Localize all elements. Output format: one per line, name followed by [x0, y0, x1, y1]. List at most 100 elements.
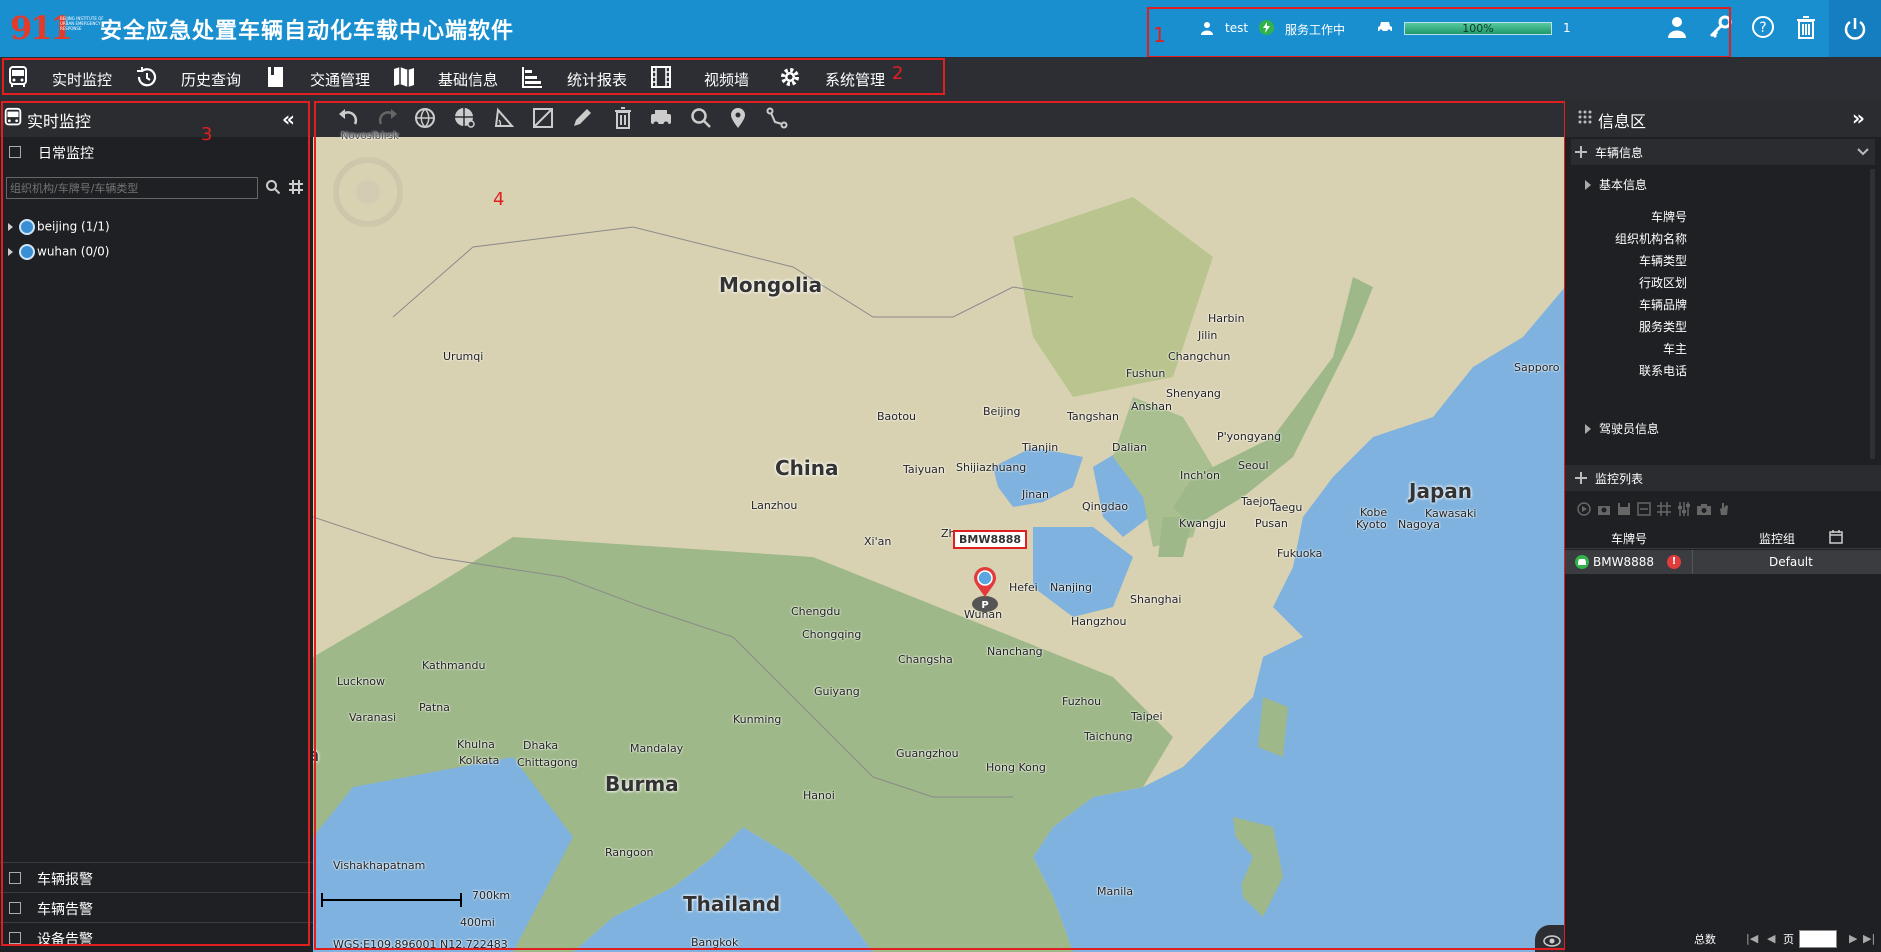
pencil-icon[interactable] [570, 106, 594, 130]
power-icon [1844, 18, 1866, 40]
vehicle-info-header[interactable]: 车辆信息 [1571, 139, 1875, 165]
annotation-label-2: 2 [892, 63, 904, 84]
map-city-label: Varanasi [349, 711, 397, 724]
map-city-label: Kathmandu [422, 659, 486, 672]
overview-toggle[interactable] [1535, 925, 1565, 952]
redo-icon[interactable] [375, 106, 399, 130]
dots-grid-icon [1578, 110, 1592, 124]
right-panel-header: 信息区 » [1565, 99, 1881, 137]
prev-page-icon[interactable]: ◀ [1767, 932, 1775, 945]
map-city-label: Urumqi [443, 350, 484, 363]
field-org-name: 组织机构名称 [1614, 232, 1687, 246]
field-service-type: 服务类型 [1638, 320, 1687, 334]
map-city-label: Kawasaki [1425, 507, 1477, 520]
basic-info-label[interactable]: 基本信息 [1599, 176, 1647, 193]
map-city-label: Changchun [1168, 350, 1231, 363]
online-status-icon [1575, 555, 1589, 569]
globe-settings-icon[interactable] [453, 106, 477, 130]
map-city-label: Dalian [1112, 441, 1148, 454]
right-panel-title: 信息区 [1598, 112, 1647, 131]
vehicle-icon[interactable] [649, 106, 673, 130]
save-icon[interactable] [1617, 502, 1631, 516]
map-city-label: Inch'on [1180, 469, 1220, 482]
map-city-label: Tangshan [1067, 410, 1120, 423]
clear-icon[interactable] [611, 106, 635, 130]
next-page-icon[interactable]: ▶ [1849, 932, 1857, 945]
route-icon[interactable] [765, 106, 789, 130]
app-title: 安全应急处置车辆自动化车载中心端软件 [100, 19, 515, 44]
map-city-label: Vishakhapatnam [333, 859, 426, 872]
map-city-label: Hanoi [803, 789, 835, 802]
map-city-label: Sapporo [1514, 361, 1560, 374]
annotation-label-1: 1 [1153, 23, 1166, 47]
chevron-down-icon[interactable] [1857, 147, 1869, 157]
field-brand: 车辆品牌 [1638, 298, 1687, 312]
map-city-label: Anshan [1131, 400, 1172, 413]
last-page-icon[interactable]: ▶| [1863, 932, 1875, 945]
map-city-label: Pusan [1255, 517, 1288, 530]
map-city-label: Chongqing [802, 628, 862, 641]
vehicle-map-marker[interactable]: P [970, 567, 1000, 613]
map-city-label: Hangzhou [1071, 615, 1127, 628]
expand-basic-info-icon[interactable] [1585, 180, 1591, 190]
map-city-label: Jilin [1198, 329, 1218, 342]
annotation-box-3 [1, 101, 310, 946]
location-pin-icon[interactable] [726, 106, 750, 130]
page-input[interactable] [1799, 930, 1837, 948]
column-group[interactable]: 监控组 [1759, 530, 1795, 547]
alert-icon[interactable]: ! [1667, 555, 1681, 569]
camera-icon[interactable] [1597, 502, 1611, 516]
map-city-label: Shanghai [1130, 593, 1182, 606]
expand-driver-info-icon[interactable] [1585, 424, 1591, 434]
field-region: 行政区划 [1638, 276, 1687, 290]
map-city-label: Shenyang [1166, 387, 1221, 400]
map-city-label: Kyoto [1356, 518, 1387, 531]
map-city-label: Fushun [1126, 367, 1166, 380]
trash-icon[interactable] [1793, 14, 1819, 40]
driver-info-label[interactable]: 驾驶员信息 [1599, 420, 1659, 437]
move-icon [1575, 472, 1587, 484]
pan-zoom-control[interactable] [325, 147, 411, 247]
sliders-icon[interactable] [1677, 502, 1691, 516]
map-city-label: Kunming [733, 713, 782, 726]
first-page-icon[interactable]: |◀ [1746, 932, 1758, 945]
undo-icon[interactable] [337, 106, 361, 130]
map-city-label: Qingdao [1082, 500, 1129, 513]
map-country-label: Mongolia [719, 273, 823, 297]
help-icon[interactable]: ? [1750, 14, 1776, 40]
map-city-label: Chittagong [517, 756, 578, 769]
measure-angle-icon[interactable] [492, 106, 516, 130]
snapshot-icon[interactable] [1697, 502, 1711, 516]
play-icon[interactable] [1577, 502, 1591, 516]
vehicle-map-label[interactable]: BMW8888 [953, 530, 1028, 549]
map-city-label: Baotou [877, 410, 917, 423]
search-icon[interactable] [689, 106, 713, 130]
column-divider [1692, 550, 1693, 574]
map-city-label: Bangkok [691, 936, 739, 949]
column-plate[interactable]: 车牌号 [1611, 530, 1647, 547]
info-scrollbar[interactable] [1870, 169, 1875, 459]
monitor-table-header: 车牌号 监控组 [1565, 525, 1881, 549]
map-city-label: P'yongyang [1217, 430, 1282, 443]
map-city-label: Shijiazhuang [956, 461, 1027, 474]
logo-tagline: BEIJING INSTITUTE OF URBAN EMERGENCY RES… [60, 16, 104, 31]
grid-icon[interactable] [1657, 502, 1671, 516]
map-scale-bar [321, 893, 462, 907]
map-city-label: Guiyang [814, 685, 860, 698]
map-label: Novosibirsk [341, 131, 399, 142]
row-plate: BMW8888 [1593, 555, 1654, 569]
power-button[interactable] [1829, 0, 1881, 57]
minus-box-icon[interactable] [1637, 502, 1651, 516]
table-row[interactable]: BMW8888 ! Default [1565, 550, 1881, 574]
collapse-right-icon[interactable]: » [1852, 106, 1865, 130]
eye-icon [1543, 935, 1561, 947]
calendar-icon[interactable] [1829, 530, 1843, 544]
monitor-list-label: 监控列表 [1595, 472, 1644, 486]
map-view[interactable]: Novosibirsk Mongolia China Japan Burma T… [313, 99, 1565, 952]
measure-area-icon[interactable] [531, 106, 555, 130]
hand-icon[interactable] [1717, 502, 1731, 516]
coordinate-readout: WGS:E109.896001 N12.722483 [333, 938, 508, 951]
globe-icon[interactable] [413, 106, 437, 130]
map-country-label: a [313, 745, 320, 766]
pager-page-label: 页 [1783, 933, 1794, 946]
